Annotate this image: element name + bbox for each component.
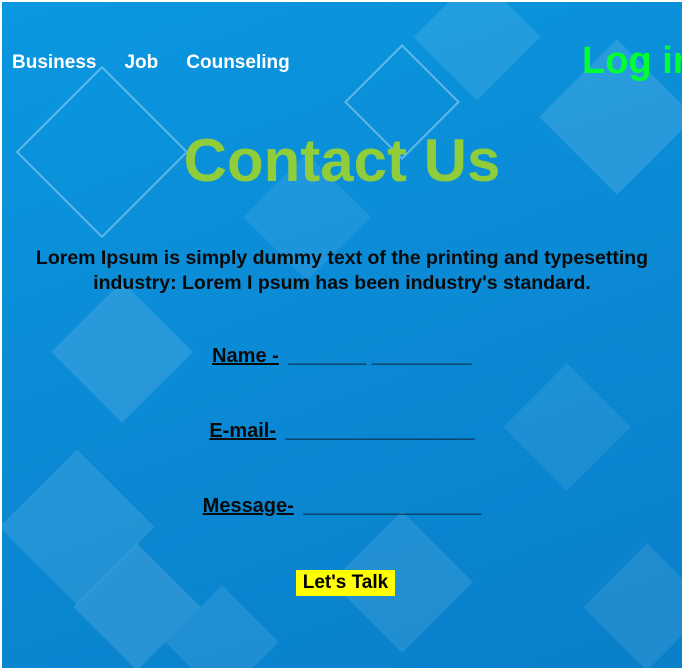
bg-diamond: [583, 543, 682, 668]
nav-link-counseling[interactable]: Counseling: [186, 52, 289, 78]
name-row: Name - _______ _________: [2, 345, 682, 368]
page-title: Contact Us: [183, 127, 501, 194]
background-pattern: [2, 2, 682, 668]
name-field[interactable]: _______ _________: [288, 345, 472, 367]
bg-diamond: [165, 585, 279, 668]
bg-diamond: [2, 449, 155, 605]
top-nav: Business Job Counseling: [12, 52, 318, 78]
lets-talk-button[interactable]: Let's Talk: [296, 570, 395, 596]
login-link[interactable]: Log in: [582, 40, 682, 83]
message-field[interactable]: ________________: [303, 495, 481, 517]
bg-diamond: [413, 2, 541, 101]
name-label: Name -: [212, 345, 279, 367]
nav-link-business[interactable]: Business: [12, 52, 96, 78]
email-row: E-mail- _________________: [2, 420, 682, 443]
contact-page: Business Job Counseling Log in Contact U…: [2, 2, 682, 668]
email-label: E-mail-: [209, 420, 277, 442]
intro-text: Lorem Ipsum is simply dummy text of the …: [35, 247, 649, 294]
message-label: Message-: [202, 495, 294, 517]
message-row: Message- ________________: [2, 495, 682, 518]
bg-diamond: [73, 543, 201, 668]
email-field[interactable]: _________________: [286, 420, 475, 442]
nav-link-job[interactable]: Job: [124, 52, 158, 78]
